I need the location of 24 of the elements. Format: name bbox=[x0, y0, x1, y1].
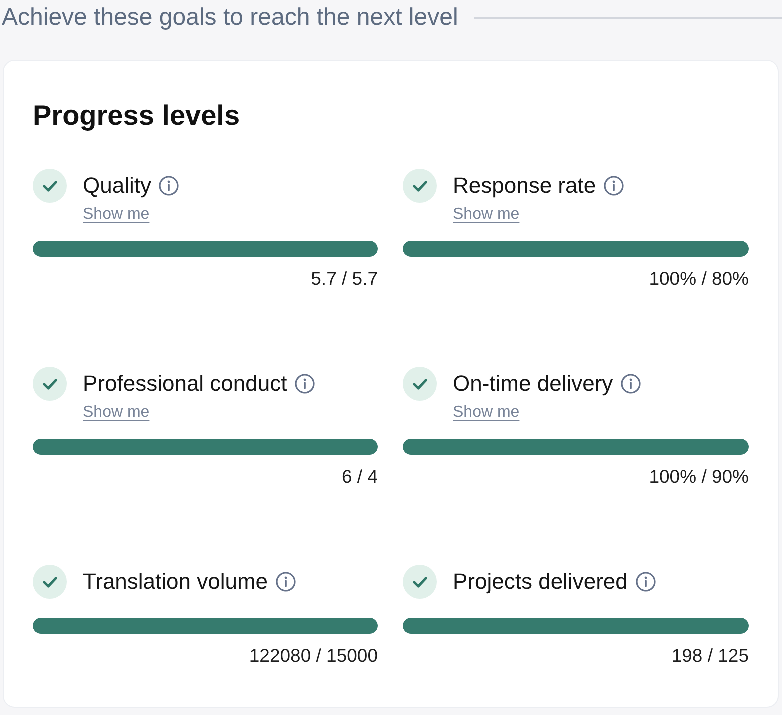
section-heading: Achieve these goals to reach the next level bbox=[2, 4, 458, 32]
info-icon[interactable] bbox=[276, 572, 296, 592]
info-icon[interactable] bbox=[636, 572, 656, 592]
goal-name: Projects delivered bbox=[453, 569, 628, 595]
progress-reading: 100% / 90% bbox=[649, 466, 749, 488]
show-me-link[interactable]: Show me bbox=[83, 403, 150, 423]
progress-reading: 198 / 125 bbox=[672, 645, 749, 667]
goal-name: Response rate bbox=[453, 173, 596, 199]
progress-reading: 100% / 80% bbox=[649, 268, 749, 290]
goal-name: On-time delivery bbox=[453, 371, 614, 397]
progress-reading: 6 / 4 bbox=[342, 466, 378, 488]
show-me-link[interactable]: Show me bbox=[453, 205, 520, 225]
goal-name: Quality bbox=[83, 173, 152, 199]
info-icon[interactable] bbox=[621, 374, 642, 394]
goal-name: Translation volume bbox=[83, 569, 268, 595]
info-icon[interactable] bbox=[604, 176, 624, 196]
show-me-link[interactable]: Show me bbox=[83, 205, 150, 225]
progress-reading: 5.7 / 5.7 bbox=[311, 268, 378, 290]
goal-name: Professional conduct bbox=[83, 371, 288, 397]
card-title: Progress levels bbox=[33, 99, 240, 133]
info-icon[interactable] bbox=[295, 374, 316, 394]
info-icon[interactable] bbox=[159, 176, 180, 196]
progress-reading: 122080 / 15000 bbox=[249, 645, 378, 667]
show-me-link[interactable]: Show me bbox=[453, 403, 520, 423]
